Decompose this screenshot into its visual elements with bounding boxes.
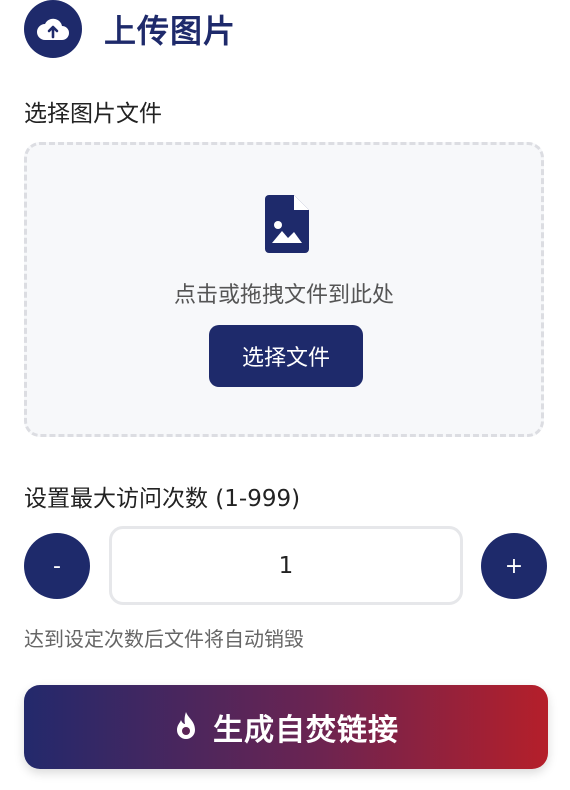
auto-destroy-helper-text: 达到设定次数后文件将自动销毁 <box>24 627 304 651</box>
max-visits-input[interactable] <box>109 526 463 605</box>
decrement-button[interactable]: - <box>24 533 90 599</box>
file-section-label: 选择图片文件 <box>24 101 162 127</box>
drop-hint-text: 点击或拖拽文件到此处 <box>173 283 394 308</box>
file-dropzone[interactable]: 点击或拖拽文件到此处 选择文件 <box>24 142 544 437</box>
page-title: 上传图片 <box>104 12 237 50</box>
generate-link-button[interactable]: 生成自焚链接 <box>24 685 548 769</box>
generate-link-label: 生成自焚链接 <box>213 714 399 747</box>
image-file-icon <box>265 195 309 257</box>
max-visits-label: 设置最大访问次数 (1-999) <box>24 486 301 512</box>
cloud-upload-icon <box>24 0 82 58</box>
choose-file-button[interactable]: 选择文件 <box>209 325 363 387</box>
increment-button[interactable]: + <box>481 533 547 599</box>
fire-icon <box>173 711 199 744</box>
page-header: 上传图片 <box>24 0 236 58</box>
